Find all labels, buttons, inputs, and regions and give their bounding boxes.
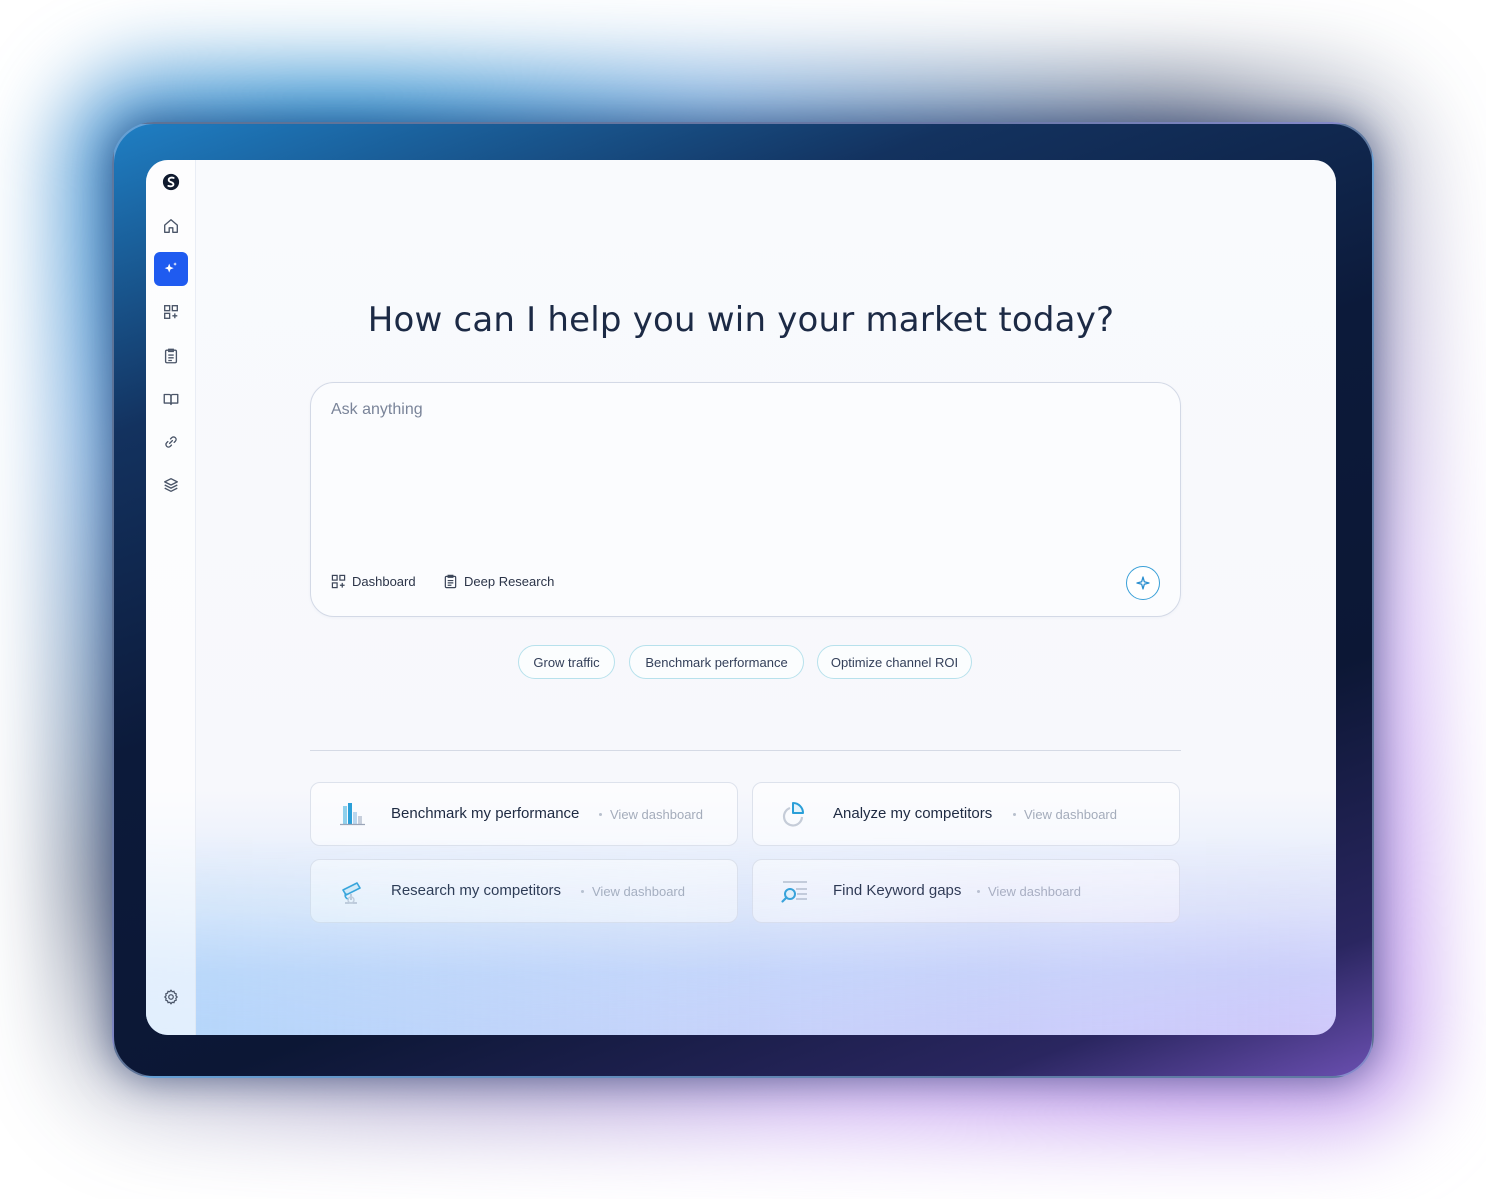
sidebar-item-layers[interactable] (154, 468, 188, 502)
logo-icon (162, 173, 180, 191)
chip-grow-traffic[interactable]: Grow traffic (518, 645, 615, 679)
bar-chart-icon (340, 803, 365, 826)
suggestion-chips: Grow traffic Benchmark performance Optim… (146, 645, 1336, 679)
telescope-icon (342, 882, 361, 904)
search-list-icon (781, 881, 807, 903)
sidebar-item-home[interactable] (154, 209, 188, 243)
view-dashboard-link[interactable]: View dashboard (610, 807, 703, 822)
sidebar-item-dashboards[interactable] (154, 295, 188, 329)
separator-dot (1013, 813, 1016, 816)
chip-optimize-channel-roi[interactable]: Optimize channel ROI (817, 645, 972, 679)
grid-plus-icon (164, 305, 178, 319)
sidebar-item-ai-assistant[interactable] (154, 252, 188, 286)
sparkle-icon (1136, 576, 1150, 590)
sidebar-item-links[interactable] (154, 425, 188, 459)
card-research-competitors[interactable]: Research my competitors View dashboard (310, 859, 738, 923)
home-icon (164, 219, 178, 233)
view-dashboard-link[interactable]: View dashboard (988, 884, 1081, 899)
view-dashboard-link[interactable]: View dashboard (592, 884, 685, 899)
ask-input-placeholder[interactable]: Ask anything (331, 401, 423, 419)
chip-benchmark-performance[interactable]: Benchmark performance (629, 645, 804, 679)
book-icon (163, 393, 179, 406)
send-button[interactable] (1126, 566, 1160, 600)
card-title: Research my competitors (391, 882, 562, 899)
card-title: Benchmark my performance (391, 805, 580, 822)
card-title: Find Keyword gaps (833, 882, 962, 899)
sidebar-item-settings[interactable] (154, 980, 188, 1014)
sidebar-item-reports[interactable] (154, 339, 188, 373)
dashboard-icon (331, 574, 346, 589)
link-icon (165, 436, 177, 448)
sidebar (146, 160, 196, 1035)
view-dashboard-link[interactable]: View dashboard (1024, 807, 1117, 822)
pie-chart-icon (782, 802, 804, 827)
gear-icon (164, 989, 178, 1005)
sidebar-item-library[interactable] (154, 382, 188, 416)
app-screen: How can I help you win your market today… (146, 160, 1336, 1035)
separator-dot (581, 890, 584, 893)
page-title: How can I help you win your market today… (367, 300, 1115, 340)
sparkle-icon (164, 262, 177, 273)
card-analyze-competitors[interactable]: Analyze my competitors View dashboard (752, 782, 1180, 846)
card-title: Analyze my competitors (833, 805, 993, 822)
clipboard-icon (444, 574, 457, 589)
deep-research-tool-label: Deep Research (464, 574, 555, 589)
deep-research-tool-button[interactable]: Deep Research (443, 574, 554, 589)
clipboard-icon (164, 348, 178, 364)
section-divider (310, 750, 1181, 751)
card-find-keyword-gaps[interactable]: Find Keyword gaps View dashboard (752, 859, 1180, 923)
ask-input-box[interactable]: Ask anything Dashboard Deep Research (310, 382, 1181, 617)
dashboard-tool-button[interactable]: Dashboard (331, 574, 416, 589)
sidebar-item-logo[interactable] (154, 165, 188, 199)
dashboard-tool-label: Dashboard (352, 574, 416, 589)
card-benchmark-performance[interactable]: Benchmark my performance View dashboard (310, 782, 738, 846)
layers-icon (164, 478, 178, 492)
separator-dot (599, 813, 602, 816)
separator-dot (977, 890, 980, 893)
